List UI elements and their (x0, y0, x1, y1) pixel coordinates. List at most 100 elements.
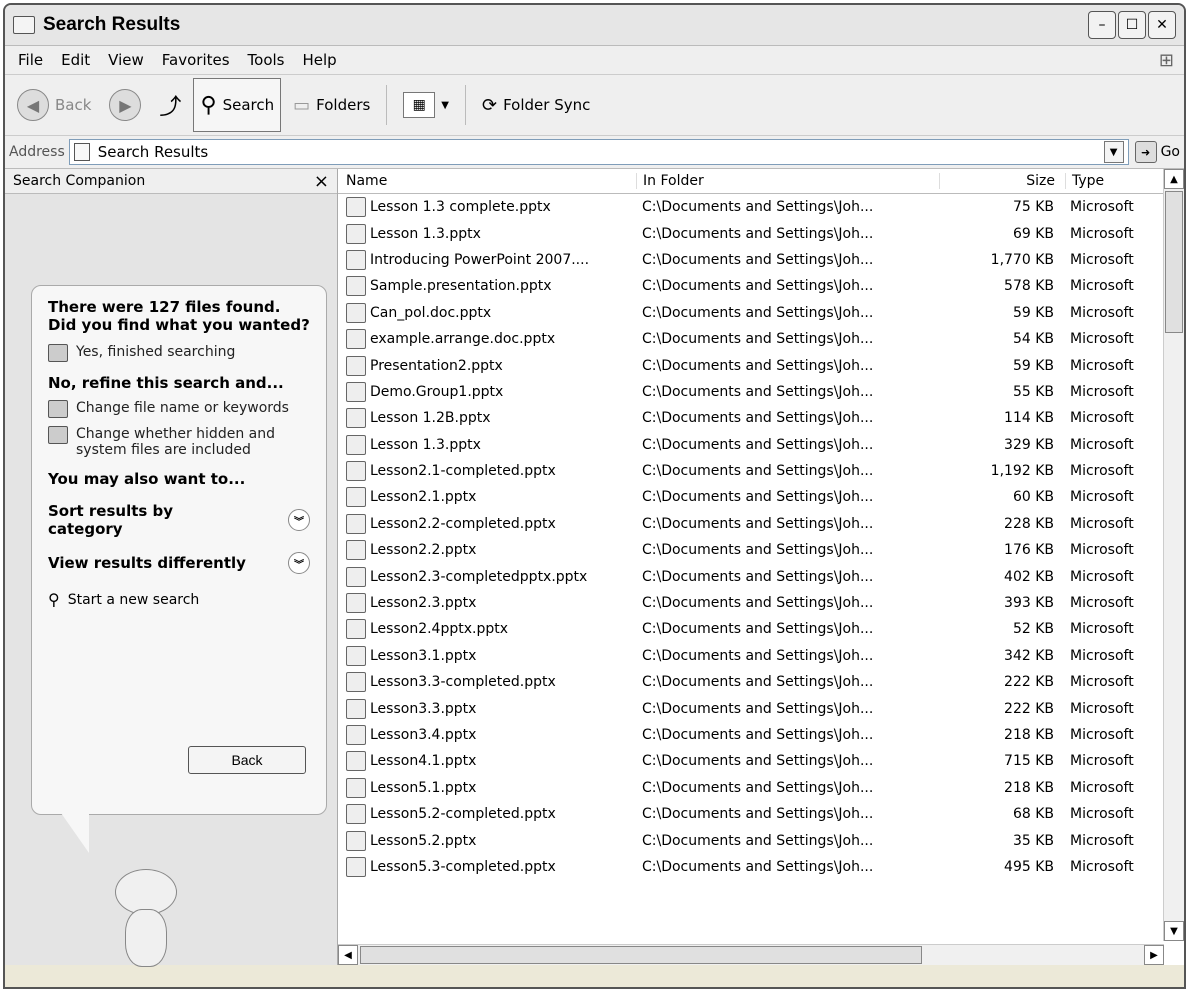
up-folder-button[interactable]: ⤴ (153, 83, 187, 127)
table-row[interactable]: Lesson2.4pptx.pptx C:\Documents and Setti… (338, 616, 1184, 642)
table-row[interactable]: Demo.Group1.pptx C:\Documents and Setting… (338, 379, 1184, 405)
pptx-file-icon (346, 302, 366, 323)
change-file-name-link[interactable]: Change file name or keywords (48, 400, 310, 418)
search-button[interactable]: ⚲ Search (193, 78, 282, 132)
column-header-folder[interactable]: In Folder (636, 173, 939, 189)
menu-file[interactable]: File (9, 51, 52, 69)
size-cell: 402 KB (1004, 568, 1054, 585)
address-field[interactable]: Search Results ▼ (68, 139, 1129, 165)
table-row[interactable]: Lesson2.3-completedpptx.pptx C:\Documents… (338, 563, 1184, 589)
arrow-button-icon (48, 344, 68, 362)
table-row[interactable]: Introducing PowerPoint 2007.... C:\Docume… (338, 247, 1184, 273)
arrow-button-icon (48, 426, 68, 444)
menu-edit[interactable]: Edit (52, 51, 99, 69)
maximize-button[interactable]: ☐ (1118, 11, 1146, 39)
size-cell: 55 KB (1012, 383, 1054, 400)
pptx-file-icon (346, 461, 366, 482)
menu-help[interactable]: Help (294, 51, 346, 69)
explorer-window: Search Results – ☐ ✕ File Edit View Favo… (3, 3, 1186, 989)
size-cell: 495 KB (1004, 858, 1054, 875)
table-row[interactable]: Presentation2.pptx C:\Documents and Setti… (338, 352, 1184, 378)
column-header-name[interactable]: Name (338, 173, 636, 189)
pptx-file-icon (346, 540, 366, 561)
table-row[interactable]: Lesson3.1.pptx C:\Documents and Settings\… (338, 643, 1184, 669)
table-row[interactable]: Lesson3.3.pptx C:\Documents and Settings\… (338, 695, 1184, 721)
table-row[interactable]: Lesson2.3.pptx C:\Documents and Settings\… (338, 590, 1184, 616)
file-name: Sample.presentation.pptx (370, 278, 552, 295)
new-search-label: Start a new search (67, 591, 200, 608)
column-header-size[interactable]: Size (939, 173, 1065, 189)
size-cell: 52 KB (1012, 621, 1054, 638)
table-row[interactable]: Lesson5.2-completed.pptx C:\Documents and… (338, 801, 1184, 827)
close-button[interactable]: ✕ (1148, 11, 1176, 39)
name-cell: Lesson 1.3.pptx (338, 223, 636, 244)
close-icon[interactable]: × (314, 171, 329, 192)
dog-body (125, 909, 167, 967)
scroll-left-button[interactable]: ◀ (338, 945, 358, 965)
name-cell: Lesson5.3-completed.pptx (338, 856, 636, 877)
vertical-scroll-thumb[interactable] (1165, 191, 1183, 333)
go-button[interactable]: ➜ Go (1134, 141, 1180, 163)
horizontal-scrollbar[interactable]: ◀ ▶ (338, 944, 1164, 965)
new-search-link[interactable]: ⚲ Start a new search (48, 590, 310, 609)
table-row[interactable]: Lesson4.1.pptx C:\Documents and Settings\… (338, 748, 1184, 774)
sort-results-expander[interactable]: Sort results by category ︾ (48, 502, 310, 538)
file-name: Demo.Group1.pptx (370, 383, 504, 400)
change-hidden-files-link[interactable]: Change whether hidden and system files a… (48, 426, 310, 458)
name-cell: Introducing PowerPoint 2007.... (338, 249, 636, 270)
scroll-right-button[interactable]: ▶ (1144, 945, 1164, 965)
forward-button[interactable]: ▶ (103, 83, 147, 127)
size-cell: 222 KB (1004, 674, 1054, 691)
size-cell: 222 KB (1004, 700, 1054, 717)
file-name: Lesson2.1.pptx (370, 489, 477, 506)
table-row[interactable]: Lesson2.2.pptx C:\Documents and Settings\… (338, 537, 1184, 563)
file-name: Lesson 1.3.pptx (370, 436, 481, 453)
table-row[interactable]: Lesson5.1.pptx C:\Documents and Settings\… (338, 775, 1184, 801)
pptx-file-icon (346, 408, 366, 429)
table-row[interactable]: Sample.presentation.pptx C:\Documents and… (338, 273, 1184, 299)
menu-view[interactable]: View (99, 51, 153, 69)
name-cell: Lesson2.2-completed.pptx (338, 513, 636, 534)
menu-favorites[interactable]: Favorites (153, 51, 239, 69)
views-button[interactable]: ▦ ▼ (397, 83, 455, 127)
table-row[interactable]: Can_pol.doc.pptx C:\Documents and Setting… (338, 300, 1184, 326)
table-row[interactable]: Lesson5.3-completed.pptx C:\Documents and… (338, 854, 1184, 880)
table-row[interactable]: Lesson2.1.pptx C:\Documents and Settings\… (338, 484, 1184, 510)
size-cell: 578 KB (1004, 278, 1054, 295)
file-name: Introducing PowerPoint 2007.... (370, 251, 590, 268)
scroll-down-button[interactable]: ▼ (1164, 921, 1184, 941)
chevron-down-icon: ︾ (288, 552, 310, 574)
horizontal-scroll-thumb[interactable] (360, 946, 922, 964)
search-companion-pane: Search Companion × There were 127 files … (5, 169, 338, 967)
table-row[interactable]: Lesson2.2-completed.pptx C:\Documents and… (338, 511, 1184, 537)
back-button[interactable]: ◀ Back (11, 83, 97, 127)
size-cell: 176 KB (1004, 542, 1054, 559)
file-name: Presentation2.pptx (370, 357, 503, 374)
table-row[interactable]: Lesson2.1-completed.pptx C:\Documents and… (338, 458, 1184, 484)
scroll-up-button[interactable]: ▲ (1164, 169, 1184, 189)
back-arrow-icon: ◀ (17, 89, 49, 121)
table-row[interactable]: Lesson5.2.pptx C:\Documents and Settings\… (338, 827, 1184, 853)
sidebar-back-button[interactable]: Back (188, 746, 306, 774)
minimize-button[interactable]: – (1088, 11, 1116, 39)
yes-finished-link[interactable]: Yes, finished searching (48, 344, 310, 362)
folder-cell: C:\Documents and Settings\Joh... (642, 489, 874, 506)
table-row[interactable]: example.arrange.doc.pptx C:\Documents and… (338, 326, 1184, 352)
file-name: Lesson2.3.pptx (370, 595, 477, 612)
table-row[interactable]: Lesson3.3-completed.pptx C:\Documents and… (338, 669, 1184, 695)
vertical-scrollbar[interactable]: ▲ ▼ (1163, 169, 1184, 941)
file-name: Lesson5.2-completed.pptx (370, 806, 556, 823)
table-row[interactable]: Lesson 1.3 complete.pptx C:\Documents and… (338, 194, 1184, 220)
table-row[interactable]: Lesson 1.3.pptx C:\Documents and Settings… (338, 220, 1184, 246)
folder-sync-button[interactable]: ⟳ Folder Sync (476, 83, 596, 127)
name-cell: Lesson3.3.pptx (338, 698, 636, 719)
view-results-expander[interactable]: View results differently ︾ (48, 552, 310, 574)
table-row[interactable]: Lesson 1.3.pptx C:\Documents and Settings… (338, 432, 1184, 458)
table-row[interactable]: Lesson3.4.pptx C:\Documents and Settings\… (338, 722, 1184, 748)
address-dropdown-button[interactable]: ▼ (1103, 141, 1124, 163)
table-row[interactable]: Lesson 1.2B.pptx C:\Documents and Setting… (338, 405, 1184, 431)
menu-tools[interactable]: Tools (239, 51, 294, 69)
search-dog-character[interactable] (95, 869, 195, 967)
search-companion-balloon: There were 127 files found. Did you find… (31, 285, 327, 815)
folders-button[interactable]: ▭ Folders (287, 83, 376, 127)
